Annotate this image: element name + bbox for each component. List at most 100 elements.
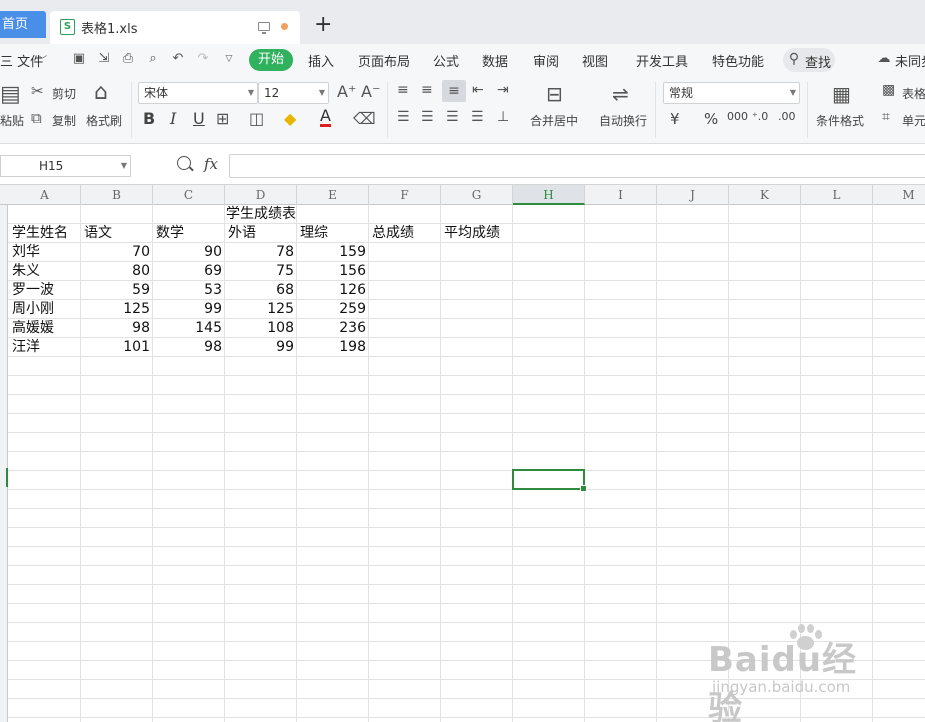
selected-cell[interactable] bbox=[512, 469, 587, 492]
fill-color-icon[interactable]: ◆ bbox=[284, 109, 296, 128]
column-header-f[interactable]: F bbox=[369, 185, 441, 205]
cell-style-button[interactable]: 单元 bbox=[902, 112, 925, 129]
column-header-d[interactable]: D bbox=[225, 185, 297, 205]
file-menu[interactable]: 三 文件 bbox=[0, 51, 43, 70]
paste-button[interactable]: 粘贴 bbox=[0, 112, 24, 129]
format-painter-icon[interactable]: ⌂ bbox=[94, 80, 108, 105]
percent-button[interactable]: % bbox=[704, 110, 718, 128]
increase-font-icon[interactable]: A⁺ bbox=[337, 82, 356, 101]
print-preview-icon[interactable]: ⌕ bbox=[146, 52, 160, 66]
header-cell[interactable]: 总成绩 bbox=[369, 224, 441, 243]
sheet-title-cell[interactable]: 学生成绩表 bbox=[81, 205, 441, 224]
score-cell[interactable]: 53 bbox=[153, 281, 225, 300]
paste-icon[interactable]: ▤ bbox=[0, 82, 21, 107]
align-bottom-icon[interactable]: ≡ bbox=[442, 80, 466, 102]
column-header-j[interactable]: J bbox=[657, 185, 729, 205]
score-cell[interactable]: 259 bbox=[297, 300, 369, 319]
justify-icon[interactable]: ☰ bbox=[471, 109, 484, 125]
currency-button[interactable]: ¥ bbox=[670, 110, 680, 128]
score-cell[interactable]: 101 bbox=[81, 338, 153, 357]
score-cell[interactable]: 68 bbox=[225, 281, 297, 300]
column-header-g[interactable]: G bbox=[441, 185, 513, 205]
decrease-font-icon[interactable]: A⁻ bbox=[361, 82, 380, 101]
menu-developer[interactable]: 开发工具 bbox=[636, 51, 688, 70]
header-cell[interactable]: 平均成绩 bbox=[441, 224, 513, 243]
header-cell[interactable]: 理综 bbox=[297, 224, 369, 243]
align-center-icon[interactable]: ☰ bbox=[421, 109, 434, 125]
copy-icon[interactable]: ⧉ bbox=[31, 109, 42, 127]
column-header-c[interactable]: C bbox=[153, 185, 225, 205]
student-name-cell[interactable]: 朱义 bbox=[9, 262, 81, 281]
menu-formulas[interactable]: 公式 bbox=[433, 51, 459, 70]
column-header-l[interactable]: L bbox=[801, 185, 873, 205]
distributed-align-icon[interactable]: ⊥ bbox=[497, 109, 509, 125]
column-header-e[interactable]: E bbox=[297, 185, 369, 205]
name-box[interactable]: H15 ▼ bbox=[0, 155, 131, 177]
header-cell[interactable]: 外语 bbox=[225, 224, 297, 243]
header-cell[interactable]: 语文 bbox=[81, 224, 153, 243]
column-header-a[interactable]: A bbox=[9, 185, 81, 205]
scissors-icon[interactable]: ✂ bbox=[31, 82, 44, 100]
score-cell[interactable]: 59 bbox=[81, 281, 153, 300]
score-cell[interactable]: 98 bbox=[81, 319, 153, 338]
student-name-cell[interactable]: 刘华 bbox=[9, 243, 81, 262]
cut-button[interactable]: 剪切 bbox=[52, 85, 76, 102]
tab-workbook[interactable]: S 表格1.xls bbox=[50, 11, 300, 44]
align-right-icon[interactable]: ☰ bbox=[446, 109, 459, 125]
student-name-cell[interactable]: 高媛媛 bbox=[9, 319, 81, 338]
zoom-icon[interactable] bbox=[177, 156, 191, 170]
score-cell[interactable]: 90 bbox=[153, 243, 225, 262]
align-top-icon[interactable]: ≡ bbox=[397, 82, 409, 98]
borders-icon[interactable]: ⊞ bbox=[216, 109, 229, 128]
indent-increase-icon[interactable]: ⇥ bbox=[497, 82, 509, 98]
copy-button[interactable]: 复制 bbox=[52, 112, 76, 129]
wrap-text-icon[interactable]: ⇌ bbox=[612, 82, 629, 106]
menu-insert[interactable]: 插入 bbox=[308, 51, 334, 70]
new-tab-button[interactable]: + bbox=[314, 12, 332, 38]
italic-button[interactable]: I bbox=[170, 109, 176, 128]
eraser-icon[interactable]: ⌫ bbox=[353, 109, 376, 128]
font-name-select[interactable]: 宋体 ▼ bbox=[138, 82, 258, 104]
chevron-down-icon[interactable]: ﹀ bbox=[38, 53, 47, 66]
table-style-button[interactable]: 表格 bbox=[902, 85, 925, 102]
score-cell[interactable]: 159 bbox=[297, 243, 369, 262]
search-button[interactable]: ⚲ 查找 bbox=[783, 48, 835, 72]
score-cell[interactable]: 236 bbox=[297, 319, 369, 338]
score-cell[interactable]: 126 bbox=[297, 281, 369, 300]
tab-home[interactable]: 首页 bbox=[0, 11, 46, 38]
score-cell[interactable]: 75 bbox=[225, 262, 297, 281]
score-cell[interactable]: 99 bbox=[225, 338, 297, 357]
menu-review[interactable]: 审阅 bbox=[533, 51, 559, 70]
menu-start[interactable]: 开始 bbox=[249, 49, 293, 71]
undo-icon[interactable]: ↶ bbox=[171, 52, 185, 66]
underline-button[interactable]: U bbox=[193, 109, 205, 128]
column-header-k[interactable]: K bbox=[729, 185, 801, 205]
menu-page-layout[interactable]: 页面布局 bbox=[358, 51, 410, 70]
score-cell[interactable]: 99 bbox=[153, 300, 225, 319]
score-cell[interactable]: 125 bbox=[225, 300, 297, 319]
conditional-format-button[interactable]: 条件格式 bbox=[816, 112, 864, 129]
font-size-select[interactable]: 12 ▼ bbox=[258, 82, 329, 104]
save-icon[interactable]: ▣ bbox=[72, 52, 86, 66]
formula-input[interactable] bbox=[229, 154, 925, 178]
thousands-button[interactable]: 000 bbox=[727, 110, 748, 123]
merge-center-icon[interactable]: ⊟ bbox=[546, 82, 563, 106]
score-cell[interactable]: 70 bbox=[81, 243, 153, 262]
student-name-cell[interactable]: 周小刚 bbox=[9, 300, 81, 319]
score-cell[interactable]: 78 bbox=[225, 243, 297, 262]
customize-icon[interactable]: ▽ bbox=[222, 52, 236, 66]
cloud-icon[interactable]: ☁ bbox=[877, 52, 891, 66]
indent-decrease-icon[interactable]: ⇤ bbox=[472, 82, 484, 98]
cell-style-icon[interactable]: ⌗ bbox=[882, 109, 890, 125]
table-style-icon[interactable]: ▩ bbox=[882, 82, 895, 98]
fx-icon[interactable]: fx bbox=[204, 155, 218, 173]
column-header-h[interactable]: H bbox=[513, 185, 585, 205]
header-cell[interactable]: 数学 bbox=[153, 224, 225, 243]
number-format-select[interactable]: 常规 ▼ bbox=[663, 82, 800, 104]
sync-status[interactable]: 未同步 bbox=[895, 51, 925, 70]
column-header-m[interactable]: M bbox=[873, 185, 925, 205]
redo-icon[interactable]: ↷ bbox=[196, 52, 210, 66]
conditional-format-icon[interactable]: ▦ bbox=[832, 82, 851, 106]
font-color-button[interactable]: A bbox=[320, 108, 331, 127]
align-left-icon[interactable]: ☰ bbox=[397, 109, 410, 125]
